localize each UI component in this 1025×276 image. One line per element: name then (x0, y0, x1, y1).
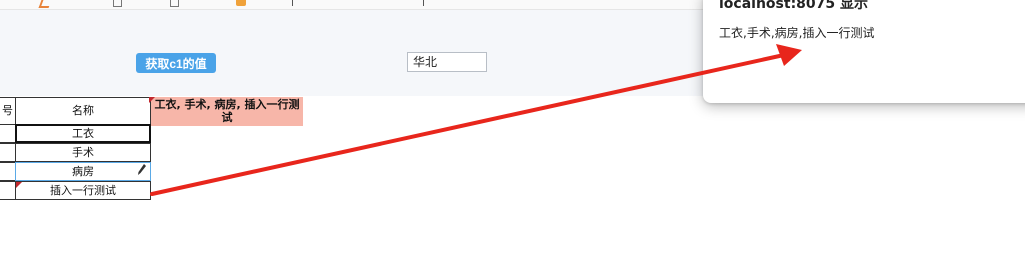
folder-icon[interactable] (236, 0, 246, 6)
cursor-icon (423, 0, 424, 6)
table-row-cell[interactable]: 工衣 (15, 124, 151, 143)
region-input[interactable]: 华北 (407, 52, 487, 72)
get-c1-value-button[interactable]: 获取c1的值 (136, 53, 216, 73)
header-name-cell: 名称 (15, 97, 151, 125)
page-icon[interactable] (170, 0, 179, 7)
row-seq-cell (0, 143, 16, 162)
table-row-cell[interactable]: 手术 (15, 143, 151, 162)
result-cell[interactable]: 工衣, 手术, 病房, 插入一行测试 (151, 97, 303, 126)
document-icon[interactable] (113, 0, 122, 7)
row-seq-cell (0, 181, 16, 200)
comment-marker-icon (149, 97, 155, 103)
row-seq-cell (0, 124, 16, 143)
dialog-title: localhost:8075 显示 (719, 0, 869, 12)
table-row-label: 病房 (72, 165, 94, 178)
undo-icon[interactable] (38, 0, 52, 8)
dialog-message: 工衣,手术,病房,插入一行测试 (719, 26, 875, 40)
comment-marker-icon (16, 182, 22, 188)
row-seq-cell (0, 162, 16, 181)
alert-dialog: localhost:8075 显示 工衣,手术,病房,插入一行测试 (703, 0, 1025, 103)
header-seq-cell: 号 (0, 97, 16, 125)
pencil-icon[interactable] (138, 164, 146, 175)
table-row-cell[interactable]: 插入一行测试 (15, 181, 151, 200)
separator-icon (292, 0, 293, 6)
table-row-cell-editing[interactable]: 病房 (15, 162, 151, 181)
